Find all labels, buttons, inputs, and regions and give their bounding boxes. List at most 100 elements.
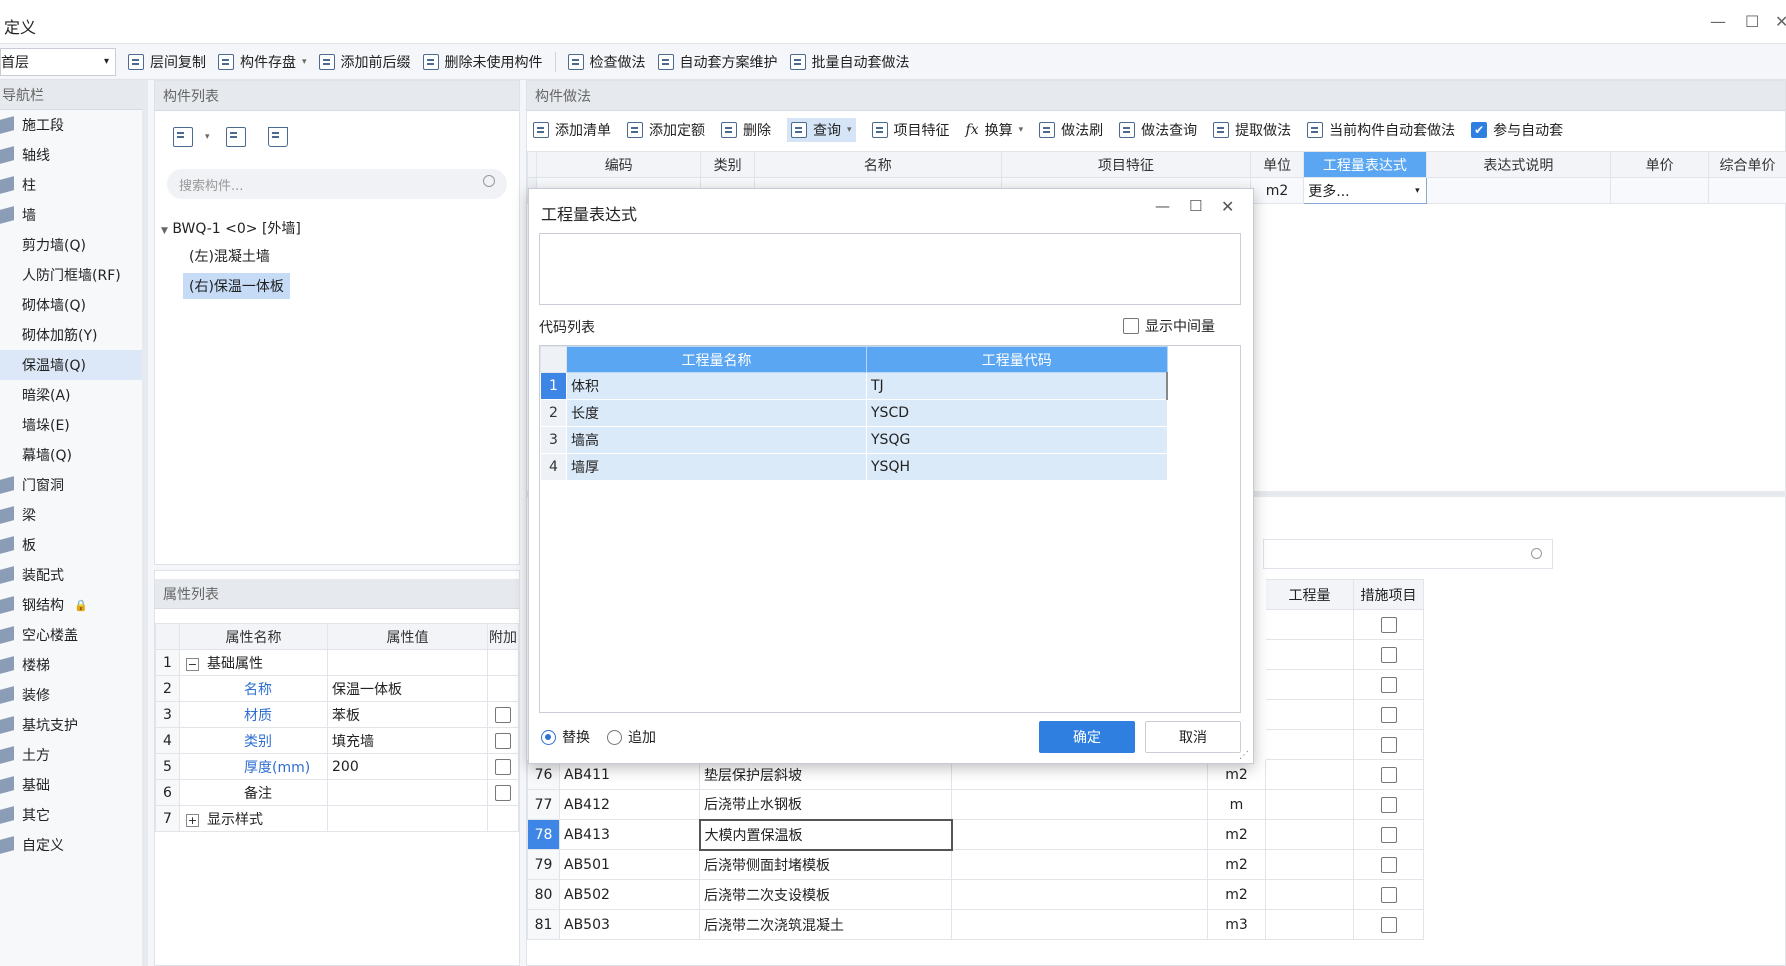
cell[interactable] [1353,669,1424,700]
copy-component-icon[interactable] [225,127,246,147]
name-cell[interactable]: 后浇带止水钢板 [699,789,952,820]
quantity-name[interactable]: 墙高 [566,426,867,454]
search-icon[interactable] [1531,548,1542,559]
cell[interactable] [1353,729,1424,760]
property-row[interactable]: 3 材质 苯板 [155,701,519,728]
method-tool-button[interactable]: 提取做法 [1213,120,1291,140]
nav-item[interactable]: 砌体加筋(Y) [0,320,142,350]
nav-item[interactable]: 门窗洞 [0,470,142,500]
append-radio[interactable]: 追加 [607,727,656,747]
unit-cell[interactable]: m2 [1207,879,1266,910]
nav-item[interactable]: 土方 [0,740,142,770]
code-cell[interactable]: AB412 [559,789,700,820]
ok-button[interactable]: 确定 [1039,721,1135,753]
column-header[interactable]: 类别 [700,151,755,178]
nav-item[interactable]: 保温墙(Q) [0,350,142,380]
batch-auto-button[interactable]: 批量自动套做法 [789,48,910,76]
nav-item[interactable]: 柱 [0,170,142,200]
quantity-name[interactable]: 长度 [566,399,867,427]
method-tool-button[interactable]: 项目特征 [871,120,950,140]
auto-scheme-button[interactable]: 自动套方案维护 [657,48,778,76]
measure-checkbox[interactable] [1380,736,1397,753]
code-cell[interactable]: AB502 [559,879,700,910]
nav-item[interactable]: 板 [0,530,142,560]
measure-checkbox[interactable] [1380,916,1397,933]
name-cell[interactable]: 垫层保护层斜坡 [699,759,952,790]
measure-checkbox[interactable] [1380,616,1397,633]
minimize-icon[interactable]: — [1155,197,1170,215]
measure-checkbox[interactable] [1380,886,1397,903]
tree-child-left[interactable]: (左)混凝土墙 [183,243,276,269]
cell[interactable] [1425,177,1612,204]
column-header[interactable]: 单价 [1610,151,1710,178]
quantity-cell[interactable] [1265,819,1354,850]
radio-unselected[interactable] [607,729,622,745]
measure-checkbox[interactable] [1380,856,1397,873]
nav-item[interactable]: 轴线 [0,140,142,170]
measure-checkbox[interactable] [1380,706,1397,723]
nav-item[interactable]: 人防门框墙(RF) [0,260,142,290]
search-icon[interactable] [483,175,495,187]
collapse-triangle-icon[interactable]: ▼ [161,226,168,236]
measure-checkbox[interactable] [1380,826,1397,843]
cell[interactable] [1353,639,1424,670]
attach-checkbox[interactable] [495,732,511,749]
column-header[interactable]: 综合单价 [1708,151,1786,178]
quantity-code[interactable]: YSQH [866,453,1168,481]
name-cell[interactable]: 后浇带二次支设模板 [699,879,952,910]
column-header[interactable]: 工程量表达式 [1303,151,1427,178]
name-cell[interactable]: 后浇带侧面封堵模板 [699,849,952,880]
floor-select[interactable]: 首层 ▾ [0,47,116,76]
code-row[interactable]: 2 长度 YSCD [540,399,1168,427]
dropdown-arrow-icon[interactable]: ▾ [205,132,210,142]
name-cell[interactable]: 后浇带二次浇筑混凝土 [699,909,952,940]
quantity-cell[interactable] [1265,759,1354,790]
check-method-button[interactable]: 检查做法 [567,48,646,76]
checked-checkbox-icon[interactable]: ✔ [1471,122,1488,138]
nav-item[interactable]: 砌体墙(Q) [0,290,142,320]
feature-cell[interactable] [951,909,1208,940]
property-row[interactable]: 5 厚度(mm) 200 [155,753,519,780]
property-row[interactable]: 7 + 显示样式 [155,805,519,832]
attach-checkbox[interactable] [495,758,511,775]
unit-cell[interactable]: m2 [1249,177,1305,204]
property-row[interactable]: 2 名称 保温一体板 [155,675,519,702]
property-value[interactable] [327,805,488,832]
feature-cell[interactable] [951,789,1208,820]
method-tool-button[interactable]: 做法刷 [1039,120,1103,140]
list-item[interactable]: 81 AB503 后浇带二次浇筑混凝土 m3 [527,909,1424,940]
list-item[interactable]: 78 AB413 大模内置保温板 m2 [527,818,1424,851]
property-value[interactable]: 200 [327,753,488,780]
code-row[interactable]: 4 墙厚 YSQH [540,453,1168,481]
nav-item[interactable]: 其它 [0,800,142,830]
maximize-icon[interactable]: ☐ [1189,197,1202,215]
checkbox[interactable] [1123,318,1139,334]
unit-cell[interactable]: m2 [1207,849,1266,880]
expression-select[interactable]: 更多... ▾ [1303,177,1427,204]
column-header[interactable]: 项目特征 [1000,151,1251,178]
nav-item[interactable]: 剪力墙(Q) [0,230,142,260]
quantity-name[interactable]: 墙厚 [566,453,867,481]
unit-cell[interactable]: m2 [1207,819,1266,850]
measure-checkbox[interactable] [1380,646,1397,663]
list-item[interactable]: 76 AB411 垫层保护层斜坡 m2 [527,759,1424,790]
cell[interactable] [1610,177,1710,204]
nav-item[interactable]: 墙 [0,200,142,230]
radio-selected[interactable] [541,729,556,745]
nav-item[interactable]: 幕墙(Q) [0,440,142,470]
nav-item[interactable]: 楼梯 [0,650,142,680]
quantity-cell[interactable] [1265,789,1354,820]
add-prefix-button[interactable]: 添加前后缀 [318,48,411,76]
measure-checkbox[interactable] [1380,796,1397,813]
column-header[interactable]: 编码 [535,151,702,178]
nav-item[interactable]: 装配式 [0,560,142,590]
attach-checkbox[interactable] [495,784,511,801]
cancel-button[interactable]: 取消 [1145,721,1241,753]
method-tool-button[interactable]: 添加清单 [533,120,611,140]
close-icon[interactable]: ✕ [1221,197,1234,216]
name-cell[interactable]: 大模内置保温板 [698,818,953,851]
resize-grip-icon[interactable]: ⋰ [1239,750,1249,761]
property-value[interactable] [327,779,488,806]
cell[interactable] [1353,699,1424,730]
unit-cell[interactable]: m2 [1207,759,1266,790]
